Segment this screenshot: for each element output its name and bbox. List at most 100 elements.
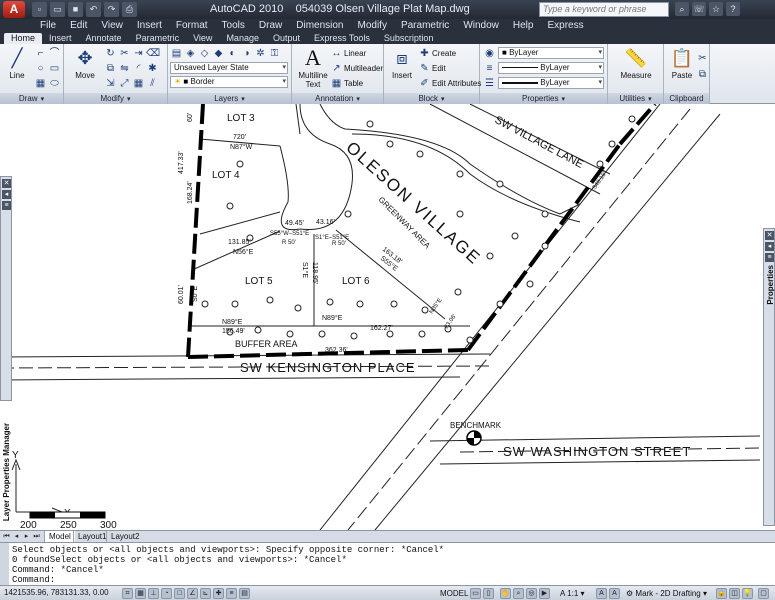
annotation-panel-title[interactable]: Annotation ▾ xyxy=(292,93,383,104)
multileader-label[interactable]: Multileader xyxy=(344,64,383,73)
help-icon[interactable]: ? xyxy=(726,2,740,16)
edit-attributes-icon[interactable]: ✐ xyxy=(418,77,431,90)
tab-layout2[interactable]: Layout2 xyxy=(106,531,143,542)
clipboard-panel-title[interactable]: Clipboard xyxy=(664,93,709,104)
erase-icon[interactable]: ⌫ xyxy=(146,47,160,60)
model-space-button[interactable]: MODEL xyxy=(440,589,468,598)
linetype-icon[interactable]: ≡ xyxy=(483,62,496,75)
layer-freeze-icon[interactable]: ✲ xyxy=(254,47,267,60)
linear-dimension-icon[interactable]: ↔ xyxy=(330,47,343,60)
menu-dimension[interactable]: Dimension xyxy=(290,19,351,33)
scale-icon[interactable]: ⤢ xyxy=(118,77,131,90)
autohide-icon[interactable]: ◂ xyxy=(765,242,774,251)
menu-tools[interactable]: Tools xyxy=(216,19,253,33)
menu-edit[interactable]: Edit xyxy=(64,19,95,33)
layer-off-icon[interactable]: ◑ xyxy=(240,47,253,60)
edit-attributes-label[interactable]: Edit Attributes xyxy=(432,79,481,88)
auto-scale-icon[interactable]: A xyxy=(609,588,620,599)
ducs-toggle-icon[interactable]: ⊾ xyxy=(200,588,211,599)
paste-button[interactable]: 📋 Paste xyxy=(668,47,696,80)
explode-icon[interactable]: ✱ xyxy=(146,62,159,75)
create-block-icon[interactable]: ✚ xyxy=(418,47,431,60)
arc-icon[interactable]: ⌒ xyxy=(48,47,61,60)
ellipse-icon[interactable]: ⬭ xyxy=(48,77,61,90)
dyn-toggle-icon[interactable]: ✚ xyxy=(213,588,224,599)
draw-panel-title[interactable]: Draw ▾ xyxy=(0,93,63,104)
annotation-visibility-icon[interactable]: A xyxy=(596,588,607,599)
trim-icon[interactable]: ✂ xyxy=(118,47,131,60)
snap-toggle-icon[interactable]: ⌗ xyxy=(122,588,133,599)
showmotion-icon[interactable]: ▶ xyxy=(539,588,550,599)
tab-layout1[interactable]: Layout1 xyxy=(73,531,110,542)
insert-button[interactable]: ⧈ Insert xyxy=(388,47,416,80)
pan-icon[interactable]: ✋ xyxy=(500,588,511,599)
cut-icon[interactable]: ✂ xyxy=(696,52,709,65)
lineweight-toggle-icon[interactable]: ≡ xyxy=(226,588,237,599)
grid-toggle-icon[interactable]: ▦ xyxy=(135,588,146,599)
tab-parametric[interactable]: Parametric xyxy=(129,33,187,44)
layer-match-icon[interactable]: ◇ xyxy=(198,47,211,60)
array-icon[interactable]: ▦ xyxy=(132,77,145,90)
undo-icon[interactable]: ↶ xyxy=(86,2,101,17)
workspace-switch[interactable]: ⚙ Mark - 2D Drafting ▾ xyxy=(626,589,707,598)
polyline-icon[interactable]: ⌐ xyxy=(34,47,47,60)
utilities-panel-title[interactable]: Utilities ▾ xyxy=(608,93,663,104)
tab-insert[interactable]: Insert xyxy=(42,33,79,44)
line-button[interactable]: ╱ Line xyxy=(4,47,30,80)
multileader-icon[interactable]: ↗ xyxy=(330,62,343,75)
communication-center-icon[interactable]: ☏ xyxy=(692,2,706,16)
command-prompt[interactable]: Command: xyxy=(12,575,55,585)
tab-view[interactable]: View xyxy=(186,33,219,44)
menu-format[interactable]: Format xyxy=(170,19,216,33)
linetype-select[interactable]: ByLayer ▾ xyxy=(498,62,604,74)
quick-view-drawings-icon[interactable]: ▯ xyxy=(483,588,494,599)
last-tab-icon[interactable]: ⏭ xyxy=(32,532,41,541)
menu-file[interactable]: File xyxy=(34,19,64,33)
layer-properties-icon[interactable]: ▤ xyxy=(170,47,183,60)
application-menu-button[interactable]: A xyxy=(3,1,25,18)
menu-view[interactable]: View xyxy=(95,19,131,33)
redo-icon[interactable]: ↷ xyxy=(104,2,119,17)
quick-view-layouts-icon[interactable]: ▭ xyxy=(470,588,481,599)
block-panel-title[interactable]: Block ▾ xyxy=(384,93,479,104)
command-window[interactable]: Select objects or <all objects and viewp… xyxy=(0,542,775,586)
circle-icon[interactable]: ○ xyxy=(34,62,47,75)
copy-clip-icon[interactable]: ⧉ xyxy=(696,68,709,81)
multiline-text-button[interactable]: A Multiline Text xyxy=(296,47,330,90)
rotate-icon[interactable]: ↻ xyxy=(104,47,117,60)
menu-parametric[interactable]: Parametric xyxy=(395,19,457,33)
copy-icon[interactable]: ⧉ xyxy=(104,62,117,75)
menu-draw[interactable]: Draw xyxy=(253,19,290,33)
mirror-icon[interactable]: ⇋ xyxy=(118,62,131,75)
quick-properties-toggle-icon[interactable]: ▤ xyxy=(239,588,250,599)
layer-previous-icon[interactable]: ◆ xyxy=(212,47,225,60)
table-label[interactable]: Table xyxy=(344,79,363,88)
create-label[interactable]: Create xyxy=(432,49,456,58)
new-icon[interactable]: ▫ xyxy=(32,2,47,17)
clean-screen-icon[interactable]: ▢ xyxy=(758,588,769,599)
color-select[interactable]: ■ ByLayer ▾ xyxy=(498,47,604,59)
properties-menu-icon[interactable]: ≡ xyxy=(2,201,11,210)
table-icon[interactable]: ▦ xyxy=(330,77,343,90)
layers-panel-title[interactable]: Layers ▾ xyxy=(168,93,291,104)
layer-isolate-icon[interactable]: ◐ xyxy=(226,47,239,60)
hardware-acceleration-icon[interactable]: ◫ xyxy=(729,588,740,599)
cursor-coordinates[interactable]: 1421535.96, 783131.33, 0.00 xyxy=(4,588,109,597)
tab-express-tools[interactable]: Express Tools xyxy=(307,33,377,44)
edit-label[interactable]: Edit xyxy=(432,64,446,73)
move-button[interactable]: ✥ Move xyxy=(70,47,100,80)
menu-insert[interactable]: Insert xyxy=(131,19,170,33)
polar-toggle-icon[interactable]: ◔ xyxy=(161,588,172,599)
open-icon[interactable]: ▭ xyxy=(50,2,65,17)
menu-help[interactable]: Help xyxy=(507,19,542,33)
isolate-objects-icon[interactable]: 💡 xyxy=(742,588,753,599)
first-tab-icon[interactable]: ⏮ xyxy=(2,532,11,541)
otrack-toggle-icon[interactable]: ∠ xyxy=(187,588,198,599)
fillet-icon[interactable]: ◜ xyxy=(132,62,145,75)
lineweight-icon[interactable]: ☰ xyxy=(483,77,496,90)
edit-block-icon[interactable]: ✎ xyxy=(418,62,431,75)
linear-label[interactable]: Linear xyxy=(344,49,366,58)
offset-icon[interactable]: ⫽ xyxy=(146,77,159,90)
osnap-toggle-icon[interactable]: □ xyxy=(174,588,185,599)
tab-model[interactable]: Model xyxy=(44,531,75,542)
